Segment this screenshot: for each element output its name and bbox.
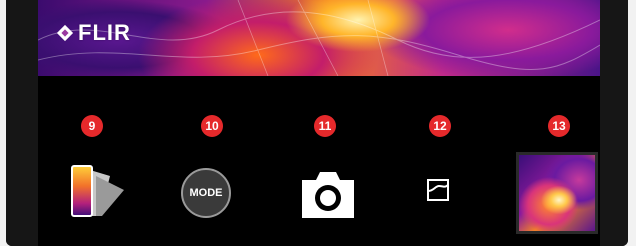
callout-badge-9: 9 xyxy=(81,115,103,137)
brand-name: FLIR xyxy=(78,20,131,45)
screen: FLIR 9 10 11 12 13 MODE xyxy=(38,0,600,246)
right-bezel xyxy=(600,0,628,246)
camera-icon xyxy=(302,172,354,218)
image-mode-button[interactable] xyxy=(425,177,455,207)
callout-badge-13: 13 xyxy=(548,115,570,137)
flir-logo: FLIR xyxy=(56,20,131,46)
callout-badge-11: 11 xyxy=(314,115,336,137)
palette-icon xyxy=(71,165,124,217)
palette-button[interactable] xyxy=(66,162,132,222)
callout-badge-12: 12 xyxy=(429,115,451,137)
thermal-image-preview: FLIR xyxy=(38,0,600,76)
mode-button-label: MODE xyxy=(189,187,223,199)
left-bezel xyxy=(6,0,38,246)
flir-logo-mark-icon xyxy=(56,24,74,42)
gallery-thumbnail[interactable] xyxy=(516,152,598,234)
device-frame: FLIR 9 10 11 12 13 MODE xyxy=(6,0,628,246)
image-mode-icon xyxy=(427,179,449,201)
callout-badge-10: 10 xyxy=(201,115,223,137)
capture-button[interactable] xyxy=(298,166,358,222)
mode-button[interactable]: MODE xyxy=(181,168,231,218)
